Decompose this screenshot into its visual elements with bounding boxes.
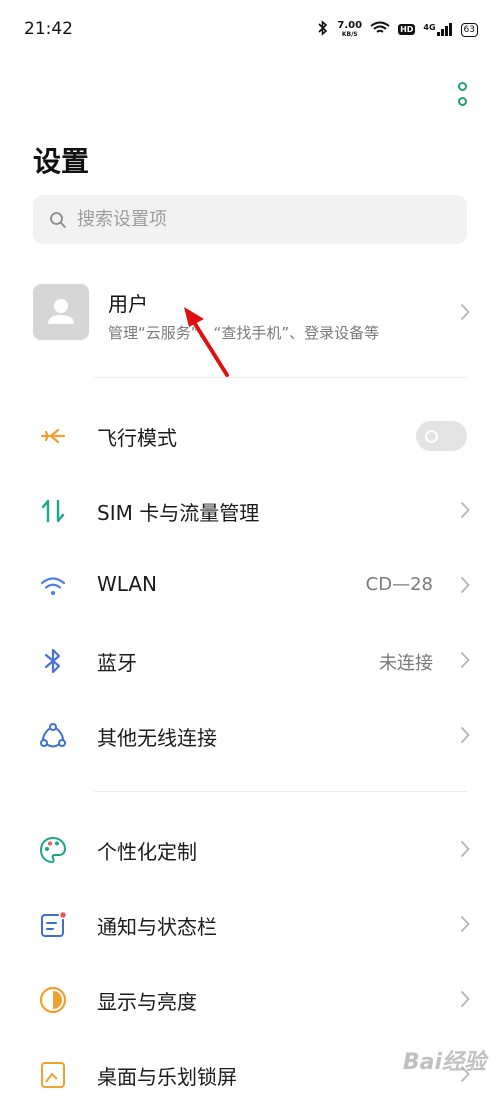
personalization-label: 个性化定制 (97, 840, 197, 864)
sim-data-item[interactable]: SIM 卡与流量管理 (0, 481, 500, 541)
network-speed-value: 7.00 (337, 19, 363, 31)
desktop-lockscreen-icon (41, 1062, 65, 1088)
dot-icon (457, 97, 467, 106)
user-avatar-icon (48, 299, 74, 324)
brightness-icon (39, 986, 67, 1014)
palette-icon (39, 836, 67, 864)
network-speed-unit: KB/S (341, 30, 358, 38)
dot-icon (457, 82, 467, 91)
personalization-item[interactable]: 个性化定制 (0, 820, 500, 880)
wlan-value: CD—28 (365, 574, 433, 595)
user-name: 用户 (108, 292, 148, 316)
bluetooth-value: 未连接 (379, 653, 433, 674)
toggle-knob (425, 430, 438, 443)
more-options-button[interactable] (452, 82, 472, 106)
bluetooth-item[interactable]: 蓝牙 未连接 (0, 631, 500, 691)
divider (94, 791, 467, 792)
wlan-label: WLAN (97, 572, 158, 596)
chevron-right-icon (460, 501, 470, 519)
cellular-signal-icon: 4G (423, 23, 452, 36)
chevron-right-icon (460, 576, 470, 594)
search-input[interactable] (75, 208, 439, 231)
other-wireless-item[interactable]: 其他无线连接 (0, 706, 500, 766)
notification-item[interactable]: 通知与状态栏 (0, 895, 500, 955)
avatar (33, 284, 89, 340)
sim-data-label: SIM 卡与流量管理 (97, 501, 260, 525)
user-description: 管理“云服务”、“查找手机”、登录设备等 (108, 324, 380, 342)
status-bar: 21:42 7.00 KB/S HD 4G 63 (0, 0, 500, 60)
search-icon (50, 211, 66, 228)
wlan-item[interactable]: WLAN CD—28 (0, 556, 500, 616)
red-arrow-annotation (184, 307, 229, 377)
search-box[interactable] (33, 195, 467, 244)
notification-label: 通知与状态栏 (97, 915, 217, 939)
other-wireless-label: 其他无线连接 (97, 726, 217, 750)
user-account-item[interactable]: 用户 管理“云服务”、“查找手机”、登录设备等 (0, 272, 500, 354)
hd-badge: HD (398, 24, 416, 35)
chevron-right-icon (460, 990, 470, 1008)
wifi-icon (40, 577, 66, 595)
wireless-connections-icon (40, 723, 66, 748)
divider (94, 377, 467, 378)
watermark: Bai经验 (402, 1050, 486, 1075)
status-time: 21:42 (24, 19, 73, 39)
status-icons: 7.00 KB/S HD 4G 63 (317, 20, 478, 39)
network-speed: 7.00 KB/S (337, 19, 363, 39)
display-brightness-label: 显示与亮度 (97, 990, 197, 1014)
network-type: 4G (423, 23, 436, 32)
chevron-right-icon (460, 303, 470, 321)
airplane-mode-item[interactable]: 飞行模式 (0, 406, 500, 466)
airplane-mode-toggle[interactable] (416, 421, 467, 451)
bluetooth-label: 蓝牙 (97, 651, 137, 675)
wifi-status-icon (370, 21, 390, 38)
chevron-right-icon (460, 915, 470, 933)
desktop-lockscreen-label: 桌面与乐划锁屏 (97, 1065, 237, 1089)
chevron-right-icon (460, 726, 470, 744)
bluetooth-icon (44, 648, 61, 674)
notification-icon (41, 910, 68, 937)
sim-data-icon (41, 499, 65, 523)
chevron-right-icon (460, 840, 470, 858)
page-title: 设置 (33, 145, 90, 178)
chevron-right-icon (460, 651, 470, 669)
airplane-mode-label: 飞行模式 (97, 426, 177, 450)
display-brightness-item[interactable]: 显示与亮度 (0, 970, 500, 1030)
bluetooth-status-icon (317, 20, 329, 39)
battery-indicator: 63 (460, 22, 478, 37)
airplane-icon (40, 428, 66, 444)
